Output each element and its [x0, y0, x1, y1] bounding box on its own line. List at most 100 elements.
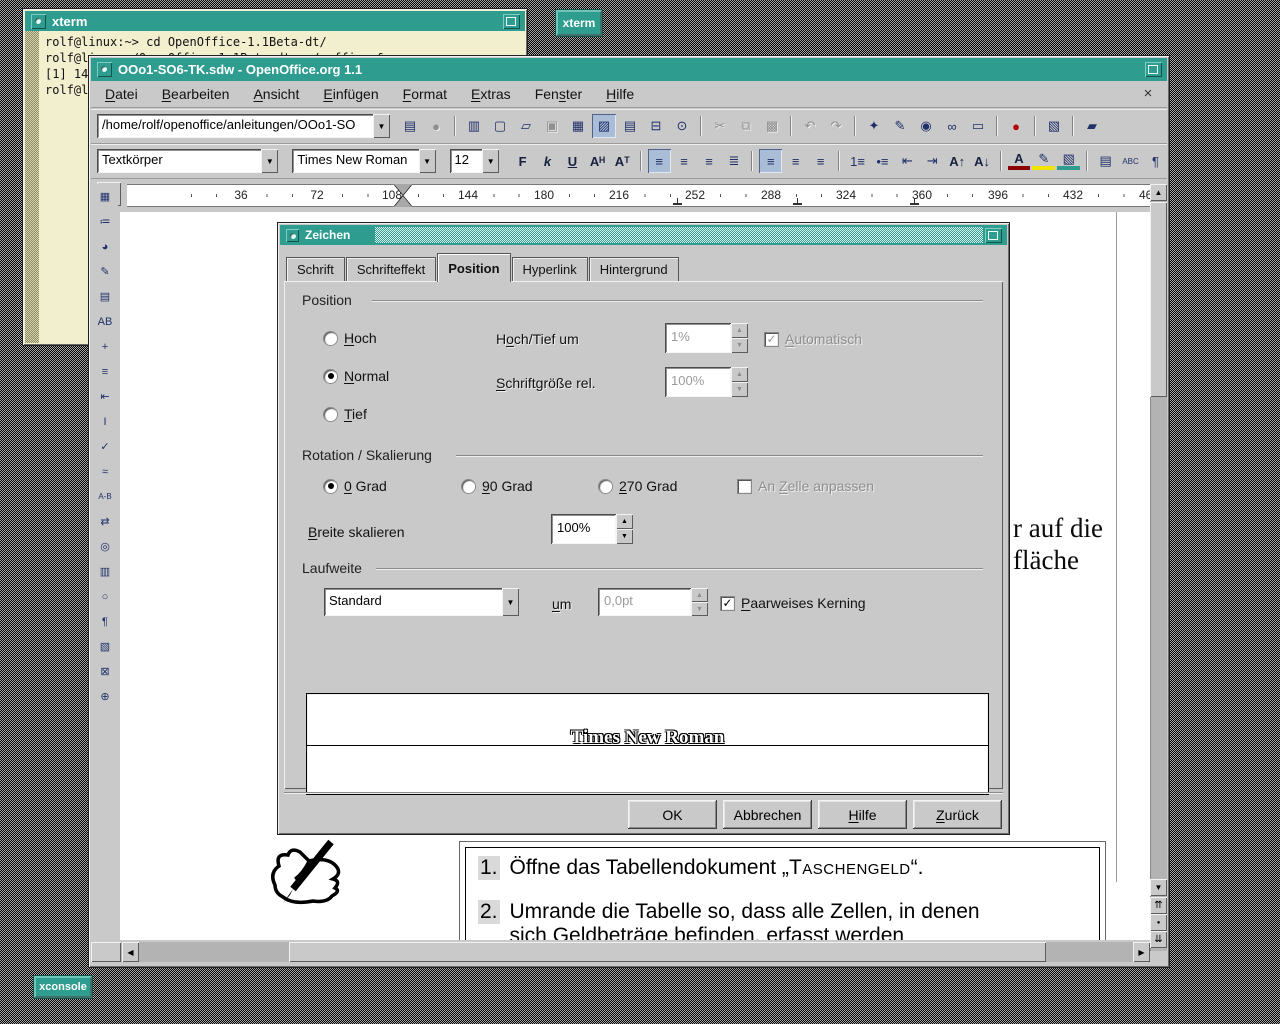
window-menu-icon[interactable] — [97, 62, 112, 77]
navigation-icon[interactable]: ● — [1150, 914, 1167, 931]
bold-button[interactable]: F — [511, 149, 535, 173]
page-preview-icon[interactable]: ⊙ — [670, 114, 694, 138]
insert-envelope-icon[interactable]: ⇤ — [92, 384, 118, 409]
radio-dot[interactable] — [599, 479, 612, 493]
abbrechen-button[interactable]: Abbrechen — [723, 800, 812, 829]
scroll-left-icon[interactable]: ◀ — [122, 942, 139, 962]
highlighting-button[interactable]: ✎ — [1032, 151, 1056, 170]
justify-button[interactable]: ≣ — [722, 149, 746, 173]
linespacing-1-button[interactable]: ≡ — [759, 149, 783, 173]
new-doc-template-icon[interactable]: ▥ — [462, 114, 486, 138]
radio-hoch[interactable]: Hoch — [324, 330, 377, 346]
new-document-icon[interactable]: ▢ — [488, 114, 512, 138]
align-right-button[interactable]: ≡ — [697, 149, 721, 173]
style-value[interactable]: Textkörper — [97, 149, 261, 173]
hyperlink-dialog-icon[interactable]: ∞ — [940, 114, 964, 138]
auto-spellcheck-icon[interactable]: ≈ — [92, 459, 118, 484]
indent-marker-top[interactable] — [394, 184, 412, 195]
increase-indent-button[interactable]: ⇥ — [920, 149, 944, 173]
decrease-indent-button[interactable]: ⇤ — [895, 149, 919, 173]
url-combobox[interactable]: /home/rolf/openoffice/anleitungen/OOo1-S… — [97, 114, 390, 138]
scroll-right-icon[interactable]: ▶ — [1133, 942, 1150, 962]
vertical-scroll-thumb[interactable] — [1150, 202, 1167, 397]
paragraph-style-combobox[interactable]: Textkörper ▼ — [97, 149, 279, 173]
tab-position[interactable]: Position — [437, 253, 511, 282]
next-page-icon[interactable]: ⇊ — [1150, 931, 1167, 948]
font-size-combobox[interactable]: 12 ▼ — [449, 149, 500, 173]
previous-page-icon[interactable]: ⇈ — [1150, 897, 1167, 914]
tab-hintergrund[interactable]: Hintergrund — [588, 257, 679, 282]
close-document-icon[interactable]: × — [1139, 85, 1157, 102]
spellcheck-abc-button[interactable]: ABC — [1119, 149, 1143, 173]
radio-dot[interactable] — [324, 407, 337, 421]
horizontal-scroll-thumb[interactable] — [289, 942, 1046, 962]
bullet-list-button[interactable]: •≡ — [870, 149, 894, 173]
menu-datei[interactable]: Datei — [105, 86, 138, 102]
shrink-font-button[interactable]: A↓ — [970, 149, 994, 173]
combo-dropdown-icon[interactable]: ▼ — [373, 114, 390, 138]
tabstop-marker[interactable] — [793, 198, 802, 205]
vertical-scrollbar[interactable]: ▲ ▼ ⇈ ● ⇊ — [1150, 184, 1167, 951]
insert-form-icon[interactable]: ▤ — [92, 284, 118, 309]
spin-up-icon[interactable]: ▲ — [616, 514, 633, 529]
navigator-icon[interactable]: ✦ — [862, 114, 886, 138]
background-color-button[interactable]: ▧ — [1057, 151, 1081, 170]
dialog-titlebar[interactable]: Zeichen — [280, 225, 1007, 245]
ok-button[interactable]: OK — [628, 800, 717, 829]
tabstop-marker[interactable] — [673, 198, 682, 205]
scroll-down-icon[interactable]: ▼ — [1150, 879, 1167, 896]
insert-graphics-icon[interactable]: ▧ — [1042, 114, 1066, 138]
combo-dropdown-icon[interactable]: ▼ — [261, 149, 279, 173]
grow-font-button[interactable]: A↑ — [945, 149, 969, 173]
spin-down-icon[interactable]: ▼ — [616, 529, 633, 544]
numbered-list-box[interactable]: 1. Öffne das Tabellendokument „Taschenge… — [465, 847, 1100, 940]
size-value[interactable]: 12 — [450, 149, 483, 173]
export-pdf-icon[interactable]: ▤ — [618, 114, 642, 138]
menu-bearbeiten[interactable]: Bearbeiten — [162, 86, 230, 102]
window-menu-icon[interactable] — [31, 13, 46, 29]
radio-90-grad[interactable]: 90 Grad — [462, 478, 533, 494]
superscript-button[interactable]: Aᴴ — [585, 149, 609, 173]
spellcheck-icon[interactable]: ✓ — [92, 434, 118, 459]
indent-marker-bottom[interactable] — [394, 196, 412, 207]
tab-schrift[interactable]: Schrift — [286, 257, 345, 282]
online-layout-icon[interactable]: ▭ — [966, 114, 990, 138]
italic-button[interactable]: k — [536, 149, 559, 173]
main-titlebar[interactable]: OOo1-SO6-TK.sdw - OpenOffice.org 1.1 — [91, 58, 1167, 81]
edit-file-icon[interactable]: ▨ — [592, 114, 616, 138]
horizontal-ruler[interactable]: 36 72 108 144 180 216 252 288 324 360 39… — [127, 184, 1150, 207]
menu-ansicht[interactable]: Ansicht — [253, 86, 299, 102]
insert-index-icon[interactable]: ≡ — [92, 359, 118, 384]
draw-functions-icon[interactable]: ✎ — [92, 259, 118, 284]
font-color-button[interactable]: A — [1007, 152, 1031, 170]
breite-spinner[interactable]: 100% ▲ ▼ — [551, 514, 633, 544]
tabstop-marker[interactable] — [910, 198, 919, 205]
zurueck-button[interactable]: Zurück — [913, 800, 1002, 829]
combo-dropdown-icon[interactable]: ▼ — [418, 149, 436, 173]
data-sources-icon[interactable]: ▥ — [92, 559, 118, 584]
xconsole-minimized-icon[interactable]: xconsole — [34, 976, 92, 998]
radio-270-grad[interactable]: 270 Grad — [599, 478, 677, 494]
insert-section-icon[interactable]: ≔ — [92, 209, 118, 234]
nonprinting-characters-icon[interactable]: ¶ — [92, 609, 118, 634]
kerning-checkbox[interactable]: ✓ Paarweises Kerning — [721, 595, 866, 611]
online-layout-icon[interactable]: ⊠ — [92, 659, 118, 684]
menu-einfuegen[interactable]: Einfügen — [323, 86, 378, 102]
text-cursor-icon[interactable]: I — [92, 409, 118, 434]
tab-schrifteffekt[interactable]: Schrifteffekt — [345, 257, 437, 282]
menu-hilfe[interactable]: Hilfe — [606, 86, 634, 102]
maximize-icon[interactable] — [1145, 62, 1162, 77]
combo-dropdown-icon[interactable]: ▼ — [502, 588, 519, 616]
autotext-icon[interactable]: AB — [92, 309, 118, 334]
xterm-minimized-icon[interactable]: xterm — [556, 10, 602, 36]
linespacing-2-button[interactable]: ≡ — [809, 149, 833, 173]
maximize-icon[interactable] — [985, 227, 1002, 243]
insert-fields-icon[interactable]: ✎ — [888, 114, 912, 138]
thesaurus-icon[interactable]: ⇄ — [92, 509, 118, 534]
graphics-on-off-icon[interactable]: ▧ — [92, 634, 118, 659]
styles-button[interactable]: ▤ — [1094, 149, 1118, 173]
radio-dot[interactable] — [324, 479, 337, 493]
scroll-up-icon[interactable]: ▲ — [1150, 184, 1167, 201]
menu-fenster[interactable]: Fenster — [535, 86, 582, 102]
hilfe-button[interactable]: Hilfe — [818, 800, 907, 829]
